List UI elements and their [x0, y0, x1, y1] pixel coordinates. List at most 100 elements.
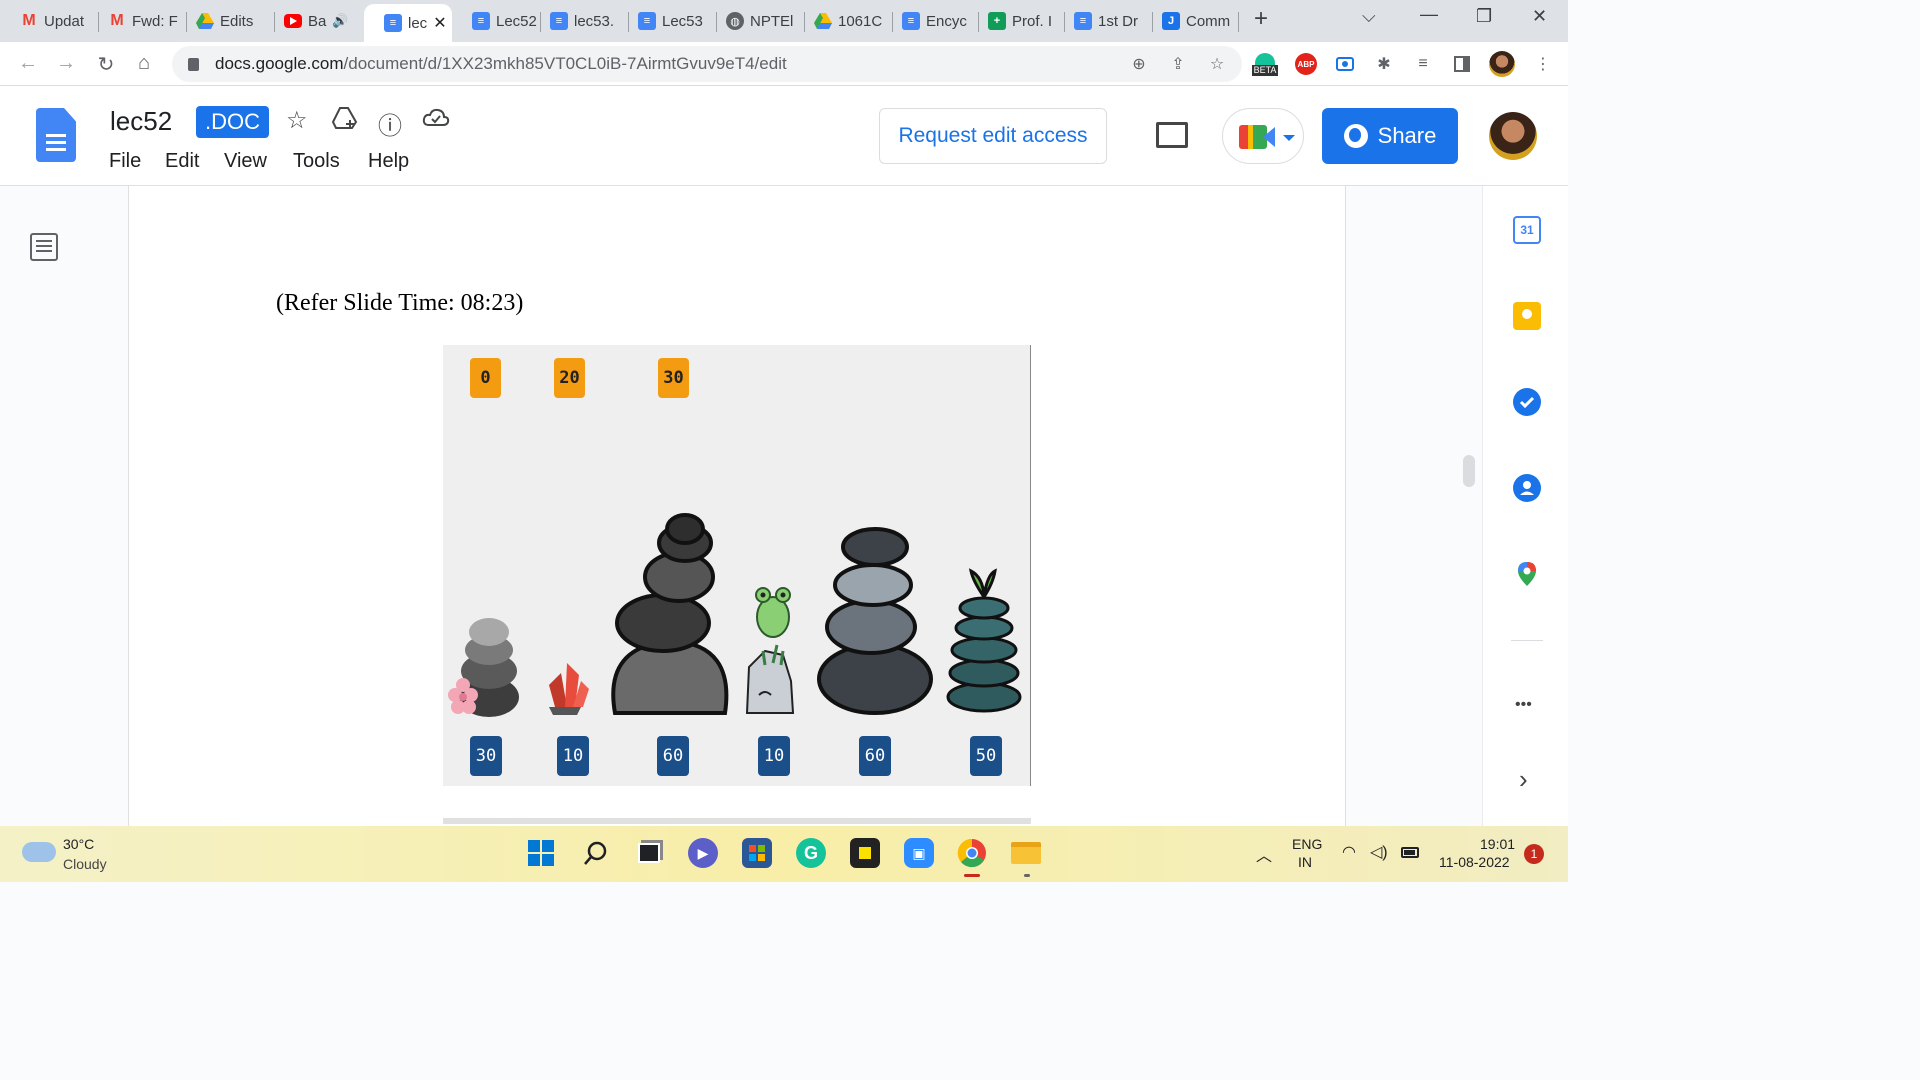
cloud-saved-icon[interactable]	[422, 106, 450, 134]
region-indicator[interactable]: IN	[1298, 854, 1312, 870]
search-icon[interactable]	[581, 838, 611, 868]
notification-badge[interactable]: 1	[1524, 844, 1544, 864]
show-hidden-icons-chevron-icon[interactable]: ︿	[1256, 842, 1272, 866]
weight-tag-bottom: 60	[859, 736, 891, 776]
gmail-icon: M	[110, 12, 124, 29]
menu-view[interactable]: View	[224, 150, 267, 173]
restore-icon[interactable]: ❐	[1476, 6, 1492, 27]
file-type-badge: .DOC	[196, 106, 269, 138]
tab-prof[interactable]: + Prof. I	[968, 6, 1066, 36]
menu-edit[interactable]: Edit	[165, 150, 199, 173]
address-bar[interactable]: docs.google.com/document/d/1XX23mkh85VT0…	[172, 46, 1242, 82]
weather-desc[interactable]: Cloudy	[63, 856, 107, 872]
battery-icon[interactable]	[1401, 847, 1419, 858]
share-page-icon[interactable]: ⇪	[1165, 51, 1191, 77]
language-indicator[interactable]: ENG	[1292, 836, 1322, 852]
tab-lec53[interactable]: ≡ Lec53	[618, 6, 716, 36]
tab-gmail-2[interactable]: M Fwd: F	[88, 6, 186, 36]
close-window-icon[interactable]: ✕	[1532, 6, 1547, 27]
tab-lec53-dot[interactable]: ≡ lec53.	[530, 6, 628, 36]
audio-playing-icon[interactable]: 🔊	[332, 13, 348, 29]
zoom-icon[interactable]: ⊕	[1126, 51, 1152, 77]
adblock-icon[interactable]: ABP	[1293, 51, 1319, 77]
home-icon[interactable]: ⌂	[132, 52, 156, 75]
menu-tools[interactable]: Tools	[293, 150, 340, 173]
new-tab-button[interactable]: +	[1254, 5, 1268, 33]
grammarly-beta-icon[interactable]: BETA	[1251, 51, 1279, 77]
teams-chat-icon[interactable]: ▶	[688, 838, 718, 868]
tab-encyc[interactable]: ≡ Encyc	[882, 6, 980, 36]
zoom-app-icon[interactable]: ▣	[904, 838, 934, 868]
tab-youtube[interactable]: Ba 🔊	[264, 6, 362, 36]
maps-icon[interactable]	[1513, 560, 1541, 588]
tab-comm[interactable]: J Comm	[1142, 6, 1240, 36]
more-icon[interactable]: •••	[1515, 696, 1532, 714]
expand-chevron-icon[interactable]: ›	[1519, 764, 1528, 795]
tab-lec-active[interactable]: ≡ lec ✕	[364, 4, 452, 42]
clock-date[interactable]: 11-08-2022	[1439, 854, 1510, 870]
meet-button[interactable]	[1222, 108, 1304, 164]
tab-nptel[interactable]: ◍ NPTEl	[706, 6, 804, 36]
sticky-notes-icon[interactable]	[850, 838, 880, 868]
bookmark-star-icon[interactable]: ☆	[1204, 51, 1230, 77]
scrollbar-thumb[interactable]	[1463, 455, 1475, 487]
windows-start-icon[interactable]	[526, 838, 556, 868]
drive-icon	[814, 12, 832, 30]
star-icon[interactable]: ☆	[286, 106, 308, 135]
grammarly-icon[interactable]: G	[796, 838, 826, 868]
comments-icon[interactable]	[1156, 122, 1188, 148]
url-host: docs.google.com	[215, 54, 344, 73]
forward-icon[interactable]: →	[54, 52, 78, 75]
menu-file[interactable]: File	[109, 150, 141, 173]
info-icon[interactable]: ⓘ	[378, 106, 402, 141]
minimize-icon[interactable]: —	[1420, 4, 1438, 25]
docs-icon: ≡	[638, 12, 656, 30]
docs-logo-icon[interactable]	[36, 108, 76, 162]
tab-drive-edits[interactable]: Edits	[176, 6, 274, 36]
back-icon[interactable]: ←	[16, 52, 40, 75]
next-slide-image-edge	[443, 818, 1031, 824]
calendar-icon[interactable]: 31	[1513, 216, 1541, 244]
keep-icon[interactable]	[1513, 302, 1541, 330]
document-title[interactable]: lec52	[110, 106, 172, 137]
profile-avatar[interactable]	[1489, 51, 1515, 77]
cloudy-weather-icon[interactable]	[22, 842, 56, 862]
screen-capture-icon[interactable]	[1332, 51, 1358, 77]
reload-icon[interactable]: ↻	[94, 52, 118, 77]
account-avatar[interactable]	[1489, 112, 1537, 160]
clock-time[interactable]: 19:01	[1480, 836, 1515, 852]
task-view-icon[interactable]	[634, 838, 664, 868]
share-button[interactable]: Share	[1322, 108, 1458, 164]
file-explorer-icon[interactable]	[1011, 838, 1041, 868]
drive-icon	[196, 12, 214, 30]
media-control-icon[interactable]: ≡	[1410, 51, 1436, 77]
contacts-icon[interactable]	[1513, 474, 1541, 502]
lock-icon[interactable]	[188, 57, 199, 71]
volume-icon[interactable]: ◁)	[1370, 842, 1388, 862]
tasks-icon[interactable]	[1513, 388, 1541, 416]
request-edit-access-button[interactable]: Request edit access	[879, 108, 1107, 164]
microsoft-store-icon[interactable]	[742, 838, 772, 868]
teal-stone-stack	[946, 568, 1022, 713]
tab-drive-1061[interactable]: 1061C	[794, 6, 892, 36]
tab-lec52[interactable]: ≡ Lec52	[452, 6, 540, 36]
docs-header: lec52 .DOC ☆ ⓘ File Edit View Tools Help…	[0, 86, 1568, 186]
side-panel-icon[interactable]	[1449, 51, 1475, 77]
globe-icon	[1343, 124, 1368, 148]
weight-tag-bottom: 60	[657, 736, 689, 776]
extensions-puzzle-icon[interactable]: ✱	[1371, 51, 1397, 77]
red-crystal	[549, 663, 589, 715]
browser-menu-icon[interactable]: ⋮	[1530, 51, 1556, 77]
tab-gmail-1[interactable]: M Updat	[0, 6, 98, 36]
chrome-icon[interactable]	[957, 838, 987, 868]
weight-tag-bottom: 50	[970, 736, 1002, 776]
document-outline-icon[interactable]	[30, 233, 58, 261]
move-to-drive-icon[interactable]	[331, 106, 358, 137]
close-tab-icon[interactable]: ✕	[433, 13, 446, 33]
menu-help[interactable]: Help	[368, 150, 409, 173]
browser-tab-strip: M Updat M Fwd: F Edits Ba 🔊 ≡ lec ✕ ≡ Le…	[0, 0, 1568, 42]
wifi-icon[interactable]: ◠	[1342, 842, 1356, 862]
tab-search-chevron-icon[interactable]: ⌵	[1362, 6, 1376, 27]
weather-temp[interactable]: 30°C	[63, 836, 94, 852]
tab-1st-draft[interactable]: ≡ 1st Dr	[1054, 6, 1152, 36]
